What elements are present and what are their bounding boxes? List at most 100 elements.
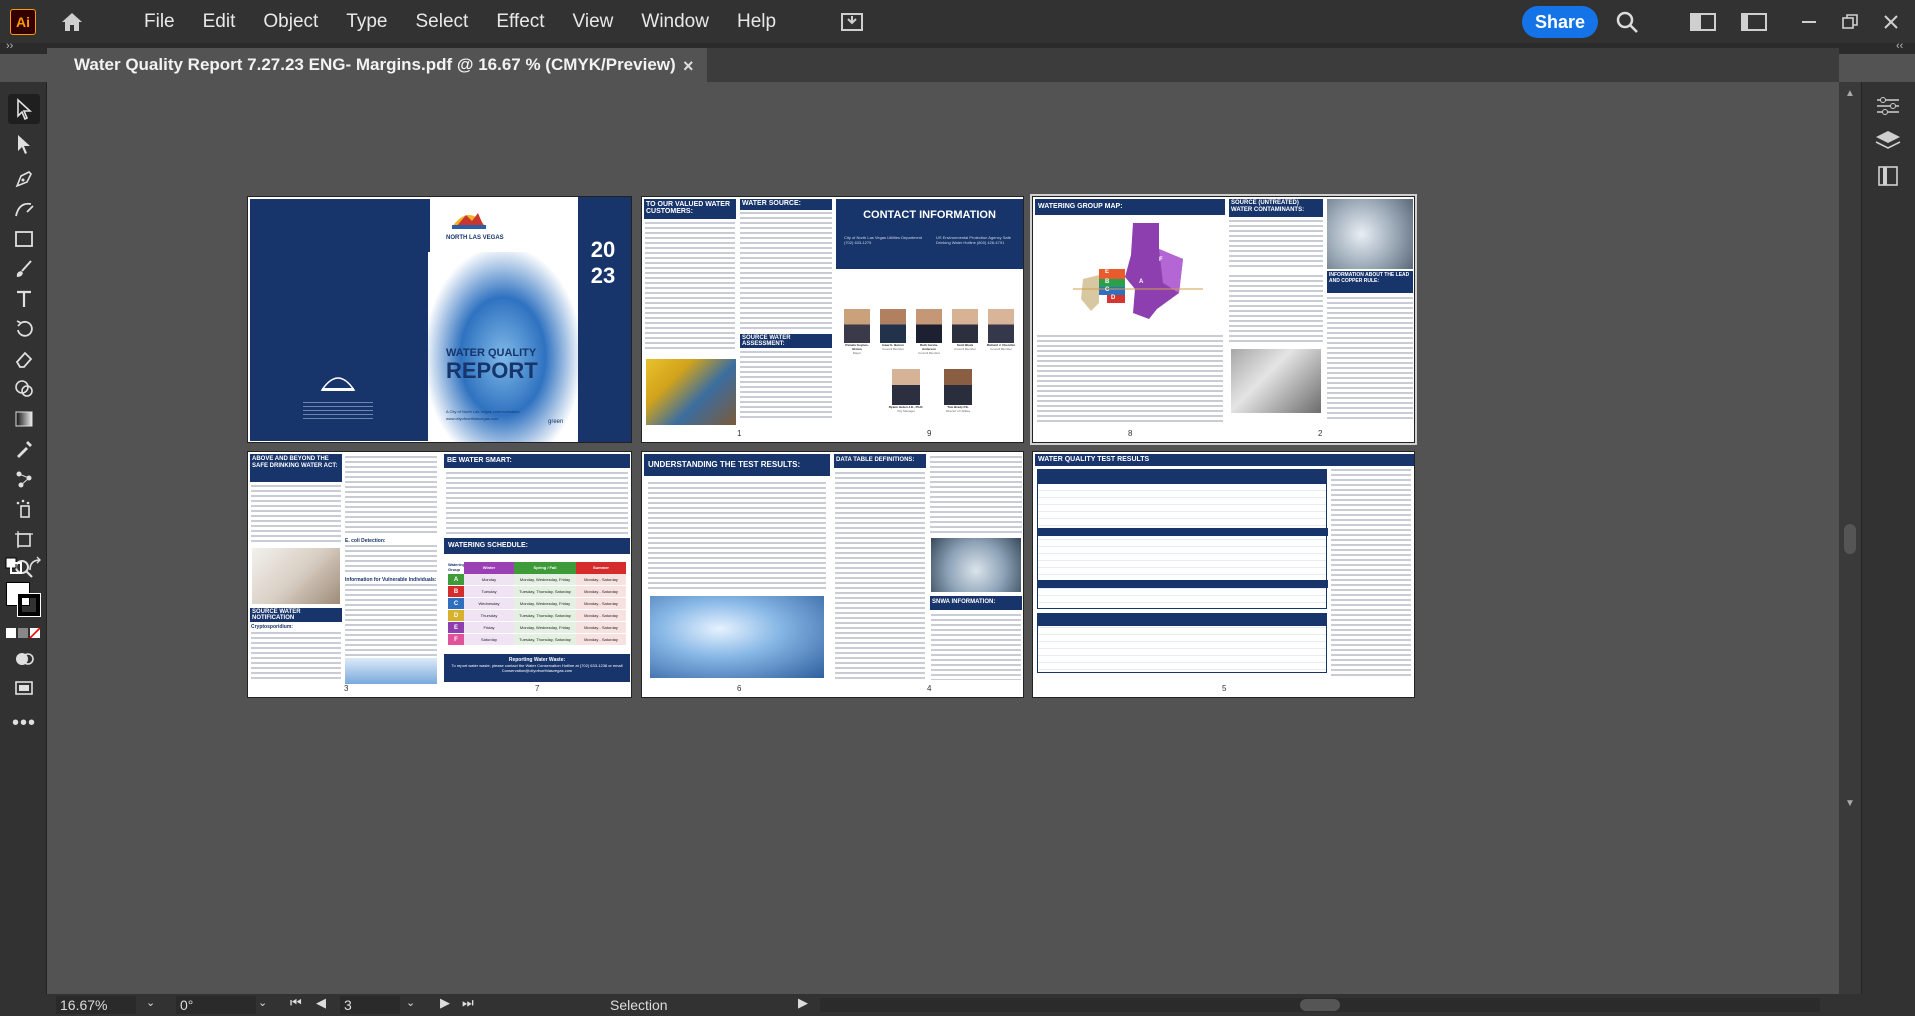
officials-grid: Pamela Goynes-Brown Mayor Isaac E. Barron… [842,309,1022,429]
color-mode-icons[interactable] [6,626,42,639]
heading-watering-map: WATERING GROUP MAP: [1035,199,1225,215]
schedule-row: B Tuesday Tuesday, Thursday, Saturday Monda… [448,586,626,598]
arrange-panels-icon[interactable] [1740,9,1768,35]
minimize-icon[interactable] [1795,9,1823,35]
collapse-toolbar-icon[interactable]: ›› [6,40,13,52]
artboard-number-field[interactable]: 3 [340,996,400,1014]
gradient-tool-icon[interactable] [8,404,40,434]
layers-panel-icon[interactable] [1873,128,1903,152]
drawing-mode-icon[interactable] [8,644,40,674]
menu-effect[interactable]: Effect [482,0,558,43]
schedule-cell-summer: Monday - Saturday [576,586,626,597]
schedule-cell-summer: Monday - Saturday [576,610,626,621]
horizontal-scrollbar[interactable] [820,998,1820,1012]
heading-snwa: SNWA INFORMATION: [930,596,1022,610]
status-tool-name: Selection [610,997,668,1013]
edit-toolbar-icon[interactable]: ••• [8,708,40,738]
menu-object[interactable]: Object [249,0,332,43]
rotation-dropdown-icon[interactable]: ⌄ [258,996,267,1009]
libraries-panel-icon[interactable] [1873,164,1903,188]
collapse-panels-icon[interactable]: ‹‹ [1896,40,1903,52]
menu-help[interactable]: Help [723,0,790,43]
menu-window[interactable]: Window [627,0,723,43]
contact-city: City of North Las Vegas Utilities Depart… [844,235,923,245]
artboard-pages-6-4[interactable]: UNDERSTANDING THE TEST RESULTS: 6 DATA T… [641,451,1024,698]
direct-selection-tool-icon[interactable] [8,129,40,159]
document-tab-bar: Water Quality Report 7.27.23 ENG- Margin… [47,48,1839,82]
close-window-icon[interactable] [1877,9,1905,35]
back-cover-logo [318,362,358,396]
pen-tool-icon[interactable] [8,164,40,194]
rectangle-tool-icon[interactable] [8,224,40,254]
restore-icon[interactable] [1836,9,1864,35]
swap-fill-stroke-icon[interactable] [26,556,44,574]
type-tool-icon[interactable] [8,284,40,314]
close-tab-icon[interactable]: × [683,56,694,77]
arrange-documents-icon[interactable] [838,8,866,36]
vertical-scrollbar[interactable]: ▲ ▼ [1839,82,1861,994]
eyedropper-tool-icon[interactable] [8,434,40,464]
menu-type[interactable]: Type [332,0,401,43]
official-card: Isaac E. Barron Council Member [878,309,908,351]
heading-water-smart: BE WATER SMART: [444,454,630,468]
status-menu-arrow-icon[interactable]: ▶ [798,995,808,1011]
rotate-tool-icon[interactable] [8,314,40,344]
hands-water-photo [931,538,1021,592]
workspace-switcher-icon[interactable] [1689,9,1717,35]
artboard-tool-icon[interactable] [8,524,40,554]
zoom-level-field[interactable]: 16.67% [56,996,136,1014]
menu-edit[interactable]: Edit [189,0,250,43]
menu-view[interactable]: View [559,0,628,43]
properties-panel-icon[interactable] [1873,94,1903,118]
artboard-pages-3-7[interactable]: ABOVE AND BEYOND THE SAFE DRINKING WATER… [247,451,632,698]
map-label-f: F [1159,257,1163,263]
search-icon[interactable] [1613,9,1641,35]
symbol-sprayer-tool-icon[interactable] [8,494,40,524]
zoom-dropdown-icon[interactable]: ⌄ [146,996,155,1009]
artboard-page-5[interactable]: WATER QUALITY TEST RESULTS 5 [1032,451,1415,698]
last-artboard-icon[interactable]: ⏭ [462,995,474,1011]
artboard-pages-8-2[interactable]: WATERING GROUP MAP: E B C D F A 8 SOURCE… [1030,194,1417,445]
artboard-pages-1-9[interactable]: TO OUR VALUED WATER CUSTOMERS: WATER SOU… [641,196,1024,443]
share-button[interactable]: Share [1522,6,1598,38]
puppet-warp-tool-icon[interactable] [8,464,40,494]
first-artboard-icon[interactable]: ⏮ [290,995,302,1011]
horizontal-scroll-thumb[interactable] [1300,999,1340,1011]
app-logo: Ai [10,8,36,35]
cover-year: 2023 [590,237,616,288]
schedule-cell-summer: Monday - Saturday [576,598,626,609]
artboard-cover[interactable]: NORTH LAS VEGAS WATER QUALITY REPORT A C… [247,196,632,443]
page-number: 7 [535,684,540,693]
eraser-tool-icon[interactable] [8,344,40,374]
contact-epa: US Environmental Protection Agency Safe … [936,235,1011,245]
document-tab[interactable]: Water Quality Report 7.27.23 ENG- Margin… [47,48,707,82]
schedule-header-winter: Winter [464,562,514,574]
shape-builder-tool-icon[interactable] [8,374,40,404]
green-logo: green [548,419,564,425]
screen-mode-icon[interactable] [8,674,40,704]
selection-tool-icon[interactable] [8,94,40,124]
paintbrush-tool-icon[interactable] [8,254,40,284]
artboard-dropdown-icon[interactable]: ⌄ [406,996,415,1009]
heading-data-definitions: DATA TABLE DEFINITIONS: [834,454,926,468]
official-card: Ruth Garcia-Anderson Council Member [914,309,944,355]
status-bar: 16.67% ⌄ 0° ⌄ ⏮ ◀ 3 ⌄ ▶ ⏭ Selection ▶ [0,994,1915,1016]
vertical-scroll-thumb[interactable] [1844,524,1856,554]
schedule-cell-springfall: Monday, Wednesday, Friday [514,574,576,585]
artboard-canvas[interactable]: NORTH LAS VEGAS WATER QUALITY REPORT A C… [47,82,1839,994]
default-fill-stroke-icon[interactable] [4,556,24,576]
schedule-cell-summer: Monday - Saturday [576,574,626,585]
additional-results-table [1037,613,1327,673]
curvature-tool-icon[interactable] [8,194,40,224]
next-artboard-icon[interactable]: ▶ [440,995,450,1011]
schedule-cell-group: E [448,622,464,633]
fill-stroke-swatches[interactable] [4,580,44,620]
heading-vulnerable: Information for Vulnerable Individuals: [345,577,437,583]
menu-file[interactable]: File [130,0,189,43]
menu-select[interactable]: Select [402,0,483,43]
heading-above-beyond: ABOVE AND BEYOND THE SAFE DRINKING WATER… [250,454,342,482]
water-waste-text: To report water waste, please contact th… [451,663,623,673]
home-icon[interactable] [58,8,86,36]
previous-artboard-icon[interactable]: ◀ [316,995,326,1011]
rotation-field[interactable]: 0° [176,996,256,1014]
